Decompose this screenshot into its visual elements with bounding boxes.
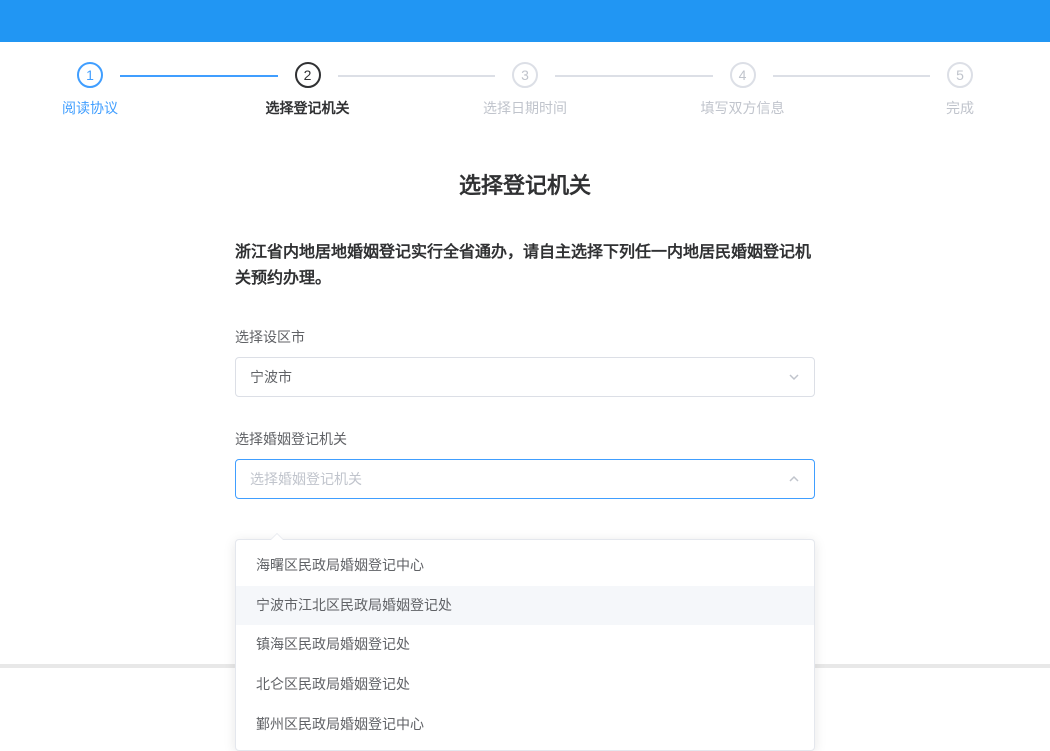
main-content: 选择登记机关 浙江省内地居地婚姻登记实行全省通办，请自主选择下列任一内地居民婚姻…: [235, 148, 815, 499]
step-4-number: 4: [730, 62, 756, 88]
agency-select-placeholder: 选择婚姻登记机关: [250, 469, 362, 489]
step-line-2-3: [338, 75, 496, 77]
chevron-up-icon: [788, 473, 800, 485]
agency-select[interactable]: 选择婚姻登记机关: [235, 459, 815, 499]
step-3-number: 3: [512, 62, 538, 88]
step-line-4-5: [773, 75, 931, 77]
step-4: 4 填写双方信息: [713, 62, 773, 118]
step-2-number: 2: [295, 62, 321, 88]
agency-option-1[interactable]: 宁波市江北区民政局婚姻登记处: [236, 586, 814, 626]
dropdown-caret-icon: [271, 534, 283, 540]
city-select-value: 宁波市: [250, 367, 292, 387]
stepper: 1 阅读协议 2 选择登记机关 3 选择日期时间 4 填写双方信息 5 完成: [0, 42, 1050, 148]
step-3-label: 选择日期时间: [483, 98, 567, 118]
agency-option-4[interactable]: 鄞州区民政局婚姻登记中心: [236, 705, 814, 745]
step-2: 2 选择登记机关: [278, 62, 338, 118]
step-5: 5 完成: [930, 62, 990, 118]
step-line-3-4: [555, 75, 713, 77]
step-1-number: 1: [77, 62, 103, 88]
header-bar: [0, 0, 1050, 42]
city-label: 选择设区市: [235, 327, 815, 347]
step-5-number: 5: [947, 62, 973, 88]
agency-option-2[interactable]: 镇海区民政局婚姻登记处: [236, 625, 814, 665]
city-select[interactable]: 宁波市: [235, 357, 815, 397]
step-1: 1 阅读协议: [60, 62, 120, 118]
agency-option-0[interactable]: 海曙区民政局婚姻登记中心: [236, 546, 814, 586]
chevron-down-icon: [788, 371, 800, 383]
agency-label: 选择婚姻登记机关: [235, 429, 815, 449]
step-2-label: 选择登记机关: [266, 98, 350, 118]
step-5-label: 完成: [946, 98, 974, 118]
step-3: 3 选择日期时间: [495, 62, 555, 118]
step-line-1-2: [120, 75, 278, 77]
agency-dropdown: 海曙区民政局婚姻登记中心 宁波市江北区民政局婚姻登记处 镇海区民政局婚姻登记处 …: [235, 539, 815, 751]
step-1-label: 阅读协议: [62, 98, 118, 118]
step-4-label: 填写双方信息: [701, 98, 785, 118]
info-text: 浙江省内地居地婚姻登记实行全省通办，请自主选择下列任一内地居民婚姻登记机关预约办…: [235, 240, 815, 291]
agency-option-3[interactable]: 北仑区民政局婚姻登记处: [236, 665, 814, 705]
page-title: 选择登记机关: [235, 168, 815, 200]
